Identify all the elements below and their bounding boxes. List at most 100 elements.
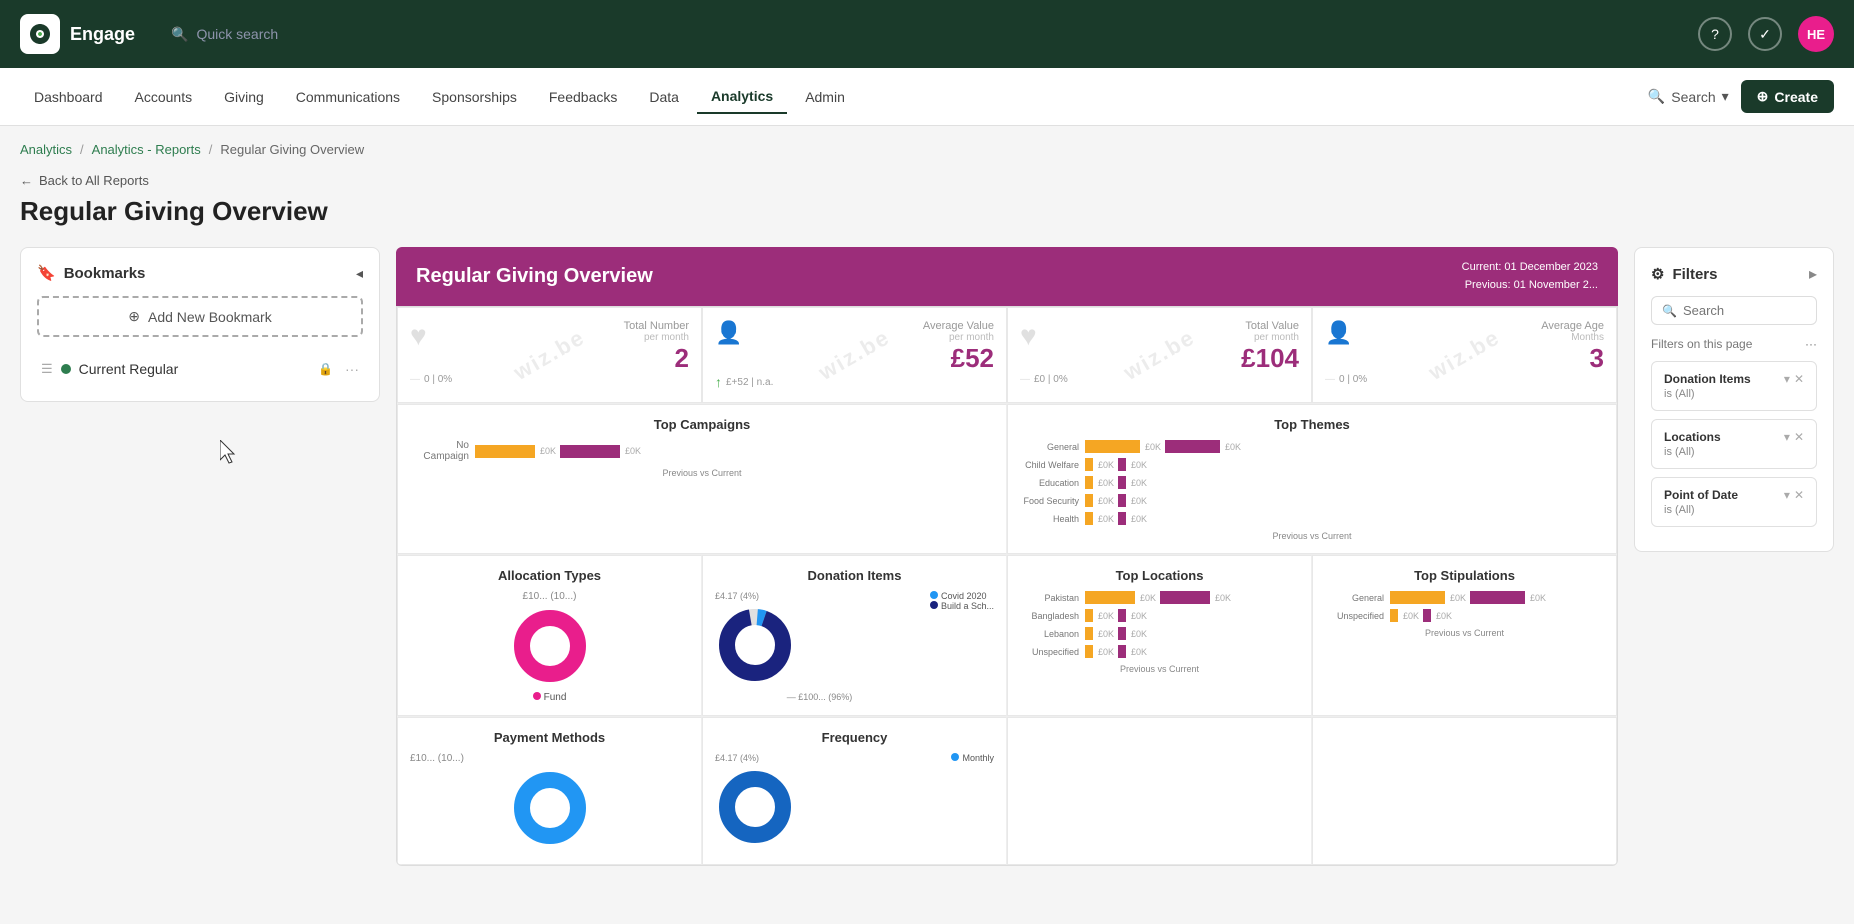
chart-placeholder-2 xyxy=(1312,717,1617,865)
nav-search[interactable]: 🔍 Search ▾ xyxy=(1648,88,1729,105)
menu-icon: ☰ xyxy=(41,361,53,377)
charts-row-1: Top Campaigns No Campaign £0K £0K xyxy=(397,404,1617,555)
chart-placeholder-1 xyxy=(1007,717,1312,865)
stat-value-2: £104 xyxy=(1241,343,1299,374)
nav-dashboard[interactable]: Dashboard xyxy=(20,81,117,113)
stats-row: ♥ Total Number per month 2 — 0 | 0% wiz.… xyxy=(397,307,1617,404)
tasks-button[interactable]: ✓ xyxy=(1748,17,1782,51)
filter-clear-icon-0[interactable]: ✕ xyxy=(1794,372,1804,386)
chart-top-campaigns: Top Campaigns No Campaign £0K £0K xyxy=(397,404,1007,554)
filter-expand-icon-2[interactable]: ▾ xyxy=(1784,488,1790,502)
content-layout: 🔖 Bookmarks ◂ ⊕ Add New Bookmark ☰ Curre… xyxy=(20,247,1834,866)
breadcrumb-reports[interactable]: Analytics - Reports xyxy=(92,142,201,157)
page-title: Regular Giving Overview xyxy=(20,196,1834,227)
bookmarks-title: 🔖 Bookmarks xyxy=(37,264,145,282)
stat-label-0: Total Number xyxy=(624,320,689,332)
chart-top-stipulations: Top Stipulations General £0K £0K xyxy=(1312,555,1617,716)
filter-search-icon: 🔍 xyxy=(1662,304,1677,318)
chart-frequency: Frequency £4.17 (4%) Month xyxy=(702,717,1007,865)
back-arrow-icon: ← xyxy=(20,173,33,188)
filter-locations: Locations ▾ ✕ is (All) xyxy=(1651,419,1817,469)
filter-icon: ⚙ xyxy=(1651,265,1664,283)
dashboard-current-date: Current: 01 December 2023 xyxy=(1462,259,1598,277)
stat-total-number: ♥ Total Number per month 2 — 0 | 0% wiz.… xyxy=(397,307,702,403)
avatar[interactable]: HE xyxy=(1798,16,1834,52)
dashboard-area: Regular Giving Overview Current: 01 Dece… xyxy=(396,247,1618,866)
breadcrumb-sep1: / xyxy=(80,142,84,157)
quick-search-bar[interactable]: 🔍 Quick search xyxy=(171,26,278,43)
nav-admin[interactable]: Admin xyxy=(791,81,859,113)
nav-feedbacks[interactable]: Feedbacks xyxy=(535,81,631,113)
add-bookmark-button[interactable]: ⊕ Add New Bookmark xyxy=(37,296,363,337)
filters-title: ⚙ Filters xyxy=(1651,265,1717,283)
stat-footer-0: — 0 | 0% xyxy=(410,374,689,385)
stat-sub-1: per month xyxy=(923,332,994,343)
filters-panel: ⚙ Filters ▸ 🔍 Filters on this page ··· D… xyxy=(1634,247,1834,552)
search-icon: 🔍 xyxy=(171,26,188,43)
chart-top-themes: Top Themes General £0K £0K xyxy=(1007,404,1617,554)
stat-label-2: Total Value xyxy=(1241,320,1299,332)
chart-top-locations: Top Locations Pakistan £0K £0K xyxy=(1007,555,1312,716)
filter-search-input[interactable] xyxy=(1683,303,1806,318)
chart-payment-methods: Payment Methods £10... (10...) xyxy=(397,717,702,865)
bookmark-more-icon[interactable]: ··· xyxy=(345,361,359,377)
chart-title-allocation: Allocation Types xyxy=(410,568,689,583)
filter-clear-icon-1[interactable]: ✕ xyxy=(1794,430,1804,444)
nav-analytics[interactable]: Analytics xyxy=(697,80,787,114)
stat-sub-2: per month xyxy=(1241,332,1299,343)
chart-title-themes: Top Themes xyxy=(1020,417,1604,432)
nav-communications[interactable]: Communications xyxy=(282,81,414,113)
bar-row-no-campaign: No Campaign £0K £0K xyxy=(410,440,994,462)
filter-donation-items: Donation Items ▾ ✕ is (All) xyxy=(1651,361,1817,411)
bookmark-item[interactable]: ☰ Current Regular 🔒 ··· xyxy=(37,353,363,385)
payment-donut xyxy=(510,768,590,848)
create-button[interactable]: ⊕ Create xyxy=(1741,80,1834,113)
stat-average-age: 👤 Average Age Months 3 — 0 | 0% wiz.be xyxy=(1312,307,1617,403)
stat-label-1: Average Value xyxy=(923,320,994,332)
chart-title-frequency: Frequency xyxy=(715,730,994,745)
nav-sponsorships[interactable]: Sponsorships xyxy=(418,81,531,113)
lock-icon: 🔒 xyxy=(318,362,333,376)
top-bar-right: ? ✓ HE xyxy=(1698,16,1834,52)
chart-title-donation: Donation Items xyxy=(715,568,994,583)
breadcrumb-current: Regular Giving Overview xyxy=(220,142,364,157)
filter-point-of-date: Point of Date ▾ ✕ is (All) xyxy=(1651,477,1817,527)
stat-value-3: 3 xyxy=(1541,343,1604,374)
bookmarks-panel: 🔖 Bookmarks ◂ ⊕ Add New Bookmark ☰ Curre… xyxy=(20,247,380,402)
logo-wrap[interactable]: Engage xyxy=(20,14,135,54)
breadcrumb-analytics[interactable]: Analytics xyxy=(20,142,72,157)
dashboard-previous-date: Previous: 01 November 2... xyxy=(1462,277,1598,295)
back-link[interactable]: ← Back to All Reports xyxy=(20,173,1834,188)
dashboard-title: Regular Giving Overview xyxy=(416,265,653,288)
bookmark-icon: 🔖 xyxy=(37,264,56,282)
stat-average-value: 👤 Average Value per month £52 ↑ £+52 | n… xyxy=(702,307,1007,403)
themes-chart: General £0K £0K Child Welfare xyxy=(1020,440,1604,525)
stat-sub-0: per month xyxy=(624,332,689,343)
stat-value-0: 2 xyxy=(624,343,689,374)
logo-icon xyxy=(20,14,60,54)
filter-clear-icon-2[interactable]: ✕ xyxy=(1794,488,1804,502)
page-content: Analytics / Analytics - Reports / Regula… xyxy=(0,126,1854,866)
filter-expand-icon-0[interactable]: ▾ xyxy=(1784,372,1790,386)
chart-title-payment: Payment Methods xyxy=(410,730,689,745)
stat-sub-3: Months xyxy=(1541,332,1604,343)
charts-row-2: Allocation Types £10... (10...) Fund xyxy=(397,555,1617,717)
nav-giving[interactable]: Giving xyxy=(210,81,278,113)
app-name: Engage xyxy=(70,24,135,45)
filters-on-page-label: Filters on this page ··· xyxy=(1651,337,1817,351)
nav-accounts[interactable]: Accounts xyxy=(121,81,207,113)
filter-search-box[interactable]: 🔍 xyxy=(1651,296,1817,325)
dashboard-header: Regular Giving Overview Current: 01 Dece… xyxy=(396,247,1618,306)
filters-more-icon[interactable]: ··· xyxy=(1805,337,1817,351)
help-button[interactable]: ? xyxy=(1698,17,1732,51)
frequency-donut xyxy=(715,767,795,847)
collapse-bookmarks-button[interactable]: ◂ xyxy=(356,265,363,282)
expand-filters-icon[interactable]: ▸ xyxy=(1809,264,1817,284)
stat-footer-1: ↑ £+52 | n.a. xyxy=(715,374,994,390)
chart-title-stipulations: Top Stipulations xyxy=(1325,568,1604,583)
nav-data[interactable]: Data xyxy=(635,81,693,113)
filter-expand-icon-1[interactable]: ▾ xyxy=(1784,430,1790,444)
chart-title-campaigns: Top Campaigns xyxy=(410,417,994,432)
donation-donut xyxy=(715,605,795,685)
breadcrumb: Analytics / Analytics - Reports / Regula… xyxy=(20,126,1834,165)
